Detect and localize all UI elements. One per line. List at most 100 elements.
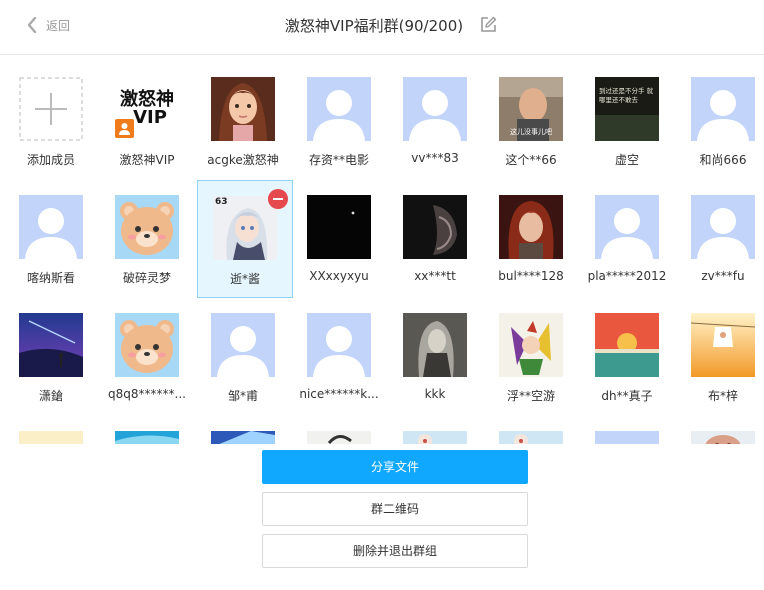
member-name: 和尚666 [699,153,747,167]
page-title-wrap: 激怒神VIP福利群(90/200) [0,15,764,36]
member-item[interactable]: 喀纳斯看 [3,173,99,291]
member-avatar [403,431,467,444]
member-avatar [691,313,755,377]
member-item[interactable]: 存资**电影 [291,55,387,173]
default-avatar-icon [19,195,83,259]
member-avatar: 到过还是不分手 就哪里还不敢去 [595,77,659,141]
user-badge-icon [115,119,134,138]
member-item[interactable]: kkk [387,291,483,409]
member-avatar [19,431,83,444]
member-item[interactable]: 这儿没事儿吧这个**66 [483,55,579,173]
member-avatar [691,195,755,259]
member-name: nice******k... [299,387,379,401]
member-avatar: 激怒神 VIP [115,77,179,141]
member-name: XXxxyxyu [309,269,369,283]
member-avatar [691,77,755,141]
member-avatar [19,313,83,377]
member-item[interactable]: 激怒神 VIP 激怒神VIP [99,55,195,173]
member-item[interactable] [387,409,483,444]
member-name: 添加成员 [26,153,75,167]
member-item[interactable]: 潇鎗 [3,291,99,409]
member-avatar [115,313,179,377]
member-avatar [403,195,467,259]
default-avatar-icon [595,195,659,259]
add-member-button[interactable]: 添加成员 [3,55,99,173]
member-item[interactable]: dh**真子 [579,291,675,409]
member-item[interactable]: 邹*甫 [195,291,291,409]
remove-member-icon[interactable] [268,189,288,209]
member-name: 逝*酱 [229,272,260,286]
member-item[interactable]: 到过还是不分手 就哪里还不敢去 虚空 [579,55,675,173]
member-item[interactable]: bul****128 [483,173,579,291]
member-avatar [595,313,659,377]
add-member-icon [19,77,83,141]
member-avatar [115,431,179,444]
default-avatar-icon [691,77,755,141]
edit-icon[interactable] [480,16,497,33]
member-name: 虚空 [614,153,639,167]
member-item[interactable]: 破碎灵梦 [99,173,195,291]
member-item[interactable]: 63 逝*酱 [197,180,293,298]
member-avatar [691,431,755,444]
member-avatar [115,195,179,259]
member-item[interactable] [195,409,291,444]
member-avatar [19,195,83,259]
member-item[interactable]: 布*梓 [675,291,764,409]
member-avatar [307,195,371,259]
member-name: acgke激怒神 [207,153,279,167]
member-avatar [307,313,371,377]
member-name: 邹*甫 [227,389,258,403]
member-name: q8q8******... [108,387,186,401]
default-avatar-icon [595,431,659,444]
member-avatar [403,313,467,377]
member-name: kkk [424,387,446,401]
member-item[interactable]: 和尚666 [675,55,764,173]
member-name: 布*梓 [707,389,738,403]
member-avatar: 63 [213,196,277,260]
member-item[interactable]: vv***83 [387,55,483,173]
member-avatar [307,77,371,141]
member-grid: 添加成员 激怒神 VIP 激怒神VIP acgke激怒神 存资**电影 vv***83… [0,55,764,444]
member-item[interactable]: q8q8******... [99,291,195,409]
member-item[interactable] [3,409,99,444]
member-name: bul****128 [498,269,564,283]
member-avatar [499,195,563,259]
member-name: 潇鎗 [38,389,63,403]
member-item[interactable] [483,409,579,444]
member-avatar [595,431,659,444]
delete-and-quit-button[interactable]: 删除并退出群组 [262,534,528,568]
member-item[interactable]: pla*****2012 [579,173,675,291]
member-item[interactable] [579,409,675,444]
default-avatar-icon [691,195,755,259]
default-avatar-icon [307,313,371,377]
group-qrcode-button[interactable]: 群二维码 [262,492,528,526]
member-item[interactable]: xx***tt [387,173,483,291]
page-title: 激怒神VIP福利群(90/200) [284,17,464,35]
member-item[interactable]: 浮**空游 [483,291,579,409]
member-name: pla*****2012 [587,269,667,283]
member-name: 这个**66 [505,153,557,167]
member-name: 破碎灵梦 [122,271,171,285]
member-avatar [211,77,275,141]
member-name: dh**真子 [601,389,653,403]
member-avatar: 这儿没事儿吧 [499,77,563,141]
member-avatar [307,431,371,444]
member-item[interactable]: acgke激怒神 [195,55,291,173]
member-item[interactable]: zv***fu [675,173,764,291]
default-avatar-icon [307,77,371,141]
member-item[interactable] [675,409,764,444]
member-avatar [499,431,563,444]
member-name: 存资**电影 [308,153,369,167]
member-item[interactable]: XXxxyxyu [291,173,387,291]
member-name: vv***83 [411,151,459,165]
member-item[interactable] [99,409,195,444]
member-name: 浮**空游 [506,389,555,403]
member-avatar [211,431,275,444]
member-item[interactable] [291,409,387,444]
share-file-button[interactable]: 分享文件 [262,450,528,484]
member-name: 激怒神VIP [119,153,175,167]
member-avatar [403,77,467,141]
member-item[interactable]: nice******k... [291,291,387,409]
member-name: zv***fu [701,269,745,283]
default-avatar-icon [211,313,275,377]
